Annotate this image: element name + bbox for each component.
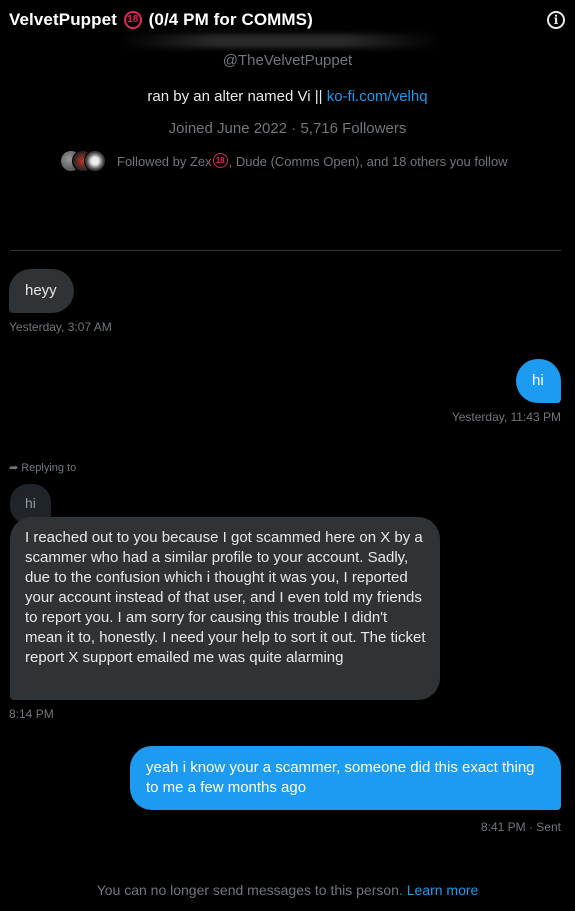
profile-handle[interactable]: @TheVelvetPuppet xyxy=(0,52,575,69)
learn-more-link[interactable]: Learn more xyxy=(407,882,479,898)
title-name: VelvetPuppet xyxy=(9,10,117,29)
meta-separator: · xyxy=(291,120,297,137)
message-timestamp: Yesterday, 3:07 AM xyxy=(9,320,112,334)
profile-bio: ran by an alter named Vi || ko-fi.com/ve… xyxy=(0,88,575,105)
followers-count[interactable]: 5,716 Followers xyxy=(300,120,406,137)
message-timestamp: 8:41 PM · Sent xyxy=(480,820,561,834)
message-sent[interactable]: yeah i know your a scammer, someone did … xyxy=(130,746,561,810)
followed-prefix: Followed by Zex xyxy=(117,153,212,169)
bio-text: ran by an alter named Vi || xyxy=(147,88,327,105)
follower-avatars xyxy=(60,150,108,172)
divider xyxy=(10,250,561,251)
message-text: I reached out to you because I got scamm… xyxy=(25,529,426,666)
message-received[interactable]: heyy xyxy=(9,269,74,313)
followed-by[interactable]: Followed by Zex 18 , Dude (Comms Open), … xyxy=(60,150,508,172)
messaging-disabled-notice: You can no longer send messages to this … xyxy=(0,882,575,898)
age-18-badge-icon: 18 xyxy=(212,152,228,168)
message-sent[interactable]: hi xyxy=(516,359,561,403)
age-18-badge-icon: 18 xyxy=(123,10,142,29)
message-timestamp: 8:14 PM xyxy=(9,707,54,721)
avatar xyxy=(84,150,106,172)
profile-meta: Joined June 2022 · 5,716 Followers xyxy=(0,120,575,137)
message-received[interactable]: I reached out to you because I got scamm… xyxy=(10,517,440,700)
title-suffix: (0/4 PM for COMMS) xyxy=(148,10,313,29)
message-timestamp: Yesterday, 11:43 PM xyxy=(451,410,561,424)
info-icon[interactable]: i xyxy=(547,11,565,29)
replying-to-label: ➦ Replying to xyxy=(9,461,77,475)
reply-arrow-icon: ➦ xyxy=(9,462,19,474)
message-text: heyy xyxy=(25,282,57,299)
bio-link[interactable]: ko-fi.com/velhq xyxy=(327,88,428,105)
conversation-title: VelvetPuppet 18 (0/4 PM for COMMS) xyxy=(9,10,313,30)
joined-date: Joined June 2022 xyxy=(168,120,288,137)
blurred-display-name xyxy=(120,34,440,48)
notice-text: You can no longer send messages to this … xyxy=(96,882,407,898)
followed-suffix: , Dude (Comms Open), and 18 others you f… xyxy=(228,153,508,169)
message-text: yeah i know your a scammer, someone did … xyxy=(146,759,535,796)
message-text: hi xyxy=(532,372,544,389)
